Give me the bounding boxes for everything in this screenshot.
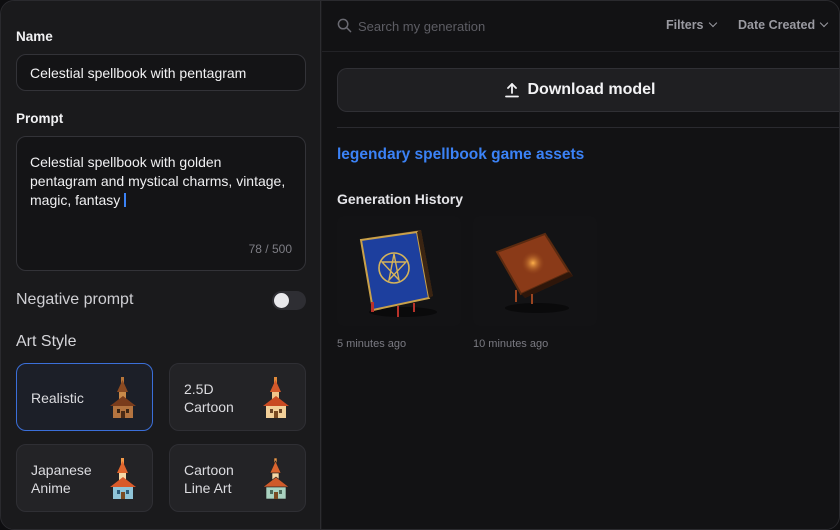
brown-spellbook-thumbnail: [495, 232, 573, 313]
house-icon: [262, 457, 290, 500]
search-icon: [337, 18, 352, 33]
art-style-cartoon-line-art[interactable]: Cartoon Line Art: [169, 444, 306, 512]
art-style-label-realistic: Realistic: [31, 390, 84, 406]
name-input[interactable]: Celestial spellbook with pentagram: [16, 54, 306, 91]
prompt-textarea[interactable]: Celestial spellbook with golden pentagra…: [16, 136, 306, 271]
prompt-text: Celestial spellbook with golden pentagra…: [30, 154, 286, 208]
art-style-label-cartoon-line-art: Cartoon Line Art: [184, 462, 234, 496]
asset-set-title[interactable]: legendary spellbook game assets: [337, 146, 584, 164]
blue-spellbook-thumbnail: [359, 230, 437, 317]
download-model-label: Download model: [527, 81, 656, 98]
history-time-2: 10 minutes ago: [473, 338, 549, 350]
history-thumbnail-2[interactable]: [473, 216, 597, 326]
sort-label: Date Created: [738, 18, 816, 32]
generation-history-heading: Generation History: [337, 191, 464, 207]
history-time-1: 5 minutes ago: [337, 338, 407, 350]
art-style-japanese-anime[interactable]: Japanese Anime: [16, 444, 153, 512]
history-thumbnail-1[interactable]: [337, 216, 461, 326]
chevron-down-icon: [708, 18, 717, 28]
section-divider: [337, 127, 839, 128]
name-label: Name: [16, 29, 53, 44]
house-icon: [263, 377, 289, 418]
art-style-2-5d-cartoon[interactable]: 2.5D Cartoon: [169, 363, 306, 431]
art-style-label-2-5d-cartoon: 2.5D Cartoon: [184, 381, 234, 415]
search-input[interactable]: [358, 15, 558, 37]
negative-prompt-label: Negative prompt: [16, 291, 134, 308]
prompt-label: Prompt: [16, 111, 64, 126]
toggle-knob: [274, 293, 289, 308]
art-style-label-japanese-anime: Japanese Anime: [31, 462, 92, 496]
negative-prompt-toggle[interactable]: [272, 291, 306, 310]
toolbar-divider: [322, 51, 839, 52]
prompt-char-counter: 78 / 500: [248, 242, 292, 256]
chevron-down-icon: [819, 18, 829, 28]
upload-icon: [504, 83, 519, 98]
text-caret: [124, 193, 127, 207]
filters-label: Filters: [666, 18, 704, 32]
house-icon: [110, 458, 136, 499]
generation-form-panel: Name Celestial spellbook with pentagram …: [1, 1, 321, 529]
art-style-realistic[interactable]: Realistic: [16, 363, 153, 431]
app-window: Name Celestial spellbook with pentagram …: [0, 0, 840, 530]
filters-dropdown[interactable]: Filters: [666, 18, 717, 32]
sort-dropdown[interactable]: Date Created: [738, 18, 829, 32]
house-icon: [110, 377, 136, 418]
art-style-label: Art Style: [16, 333, 77, 350]
generation-results-panel: Filters Date Created Download model lege…: [322, 1, 839, 529]
download-model-button[interactable]: Download model: [337, 68, 839, 112]
